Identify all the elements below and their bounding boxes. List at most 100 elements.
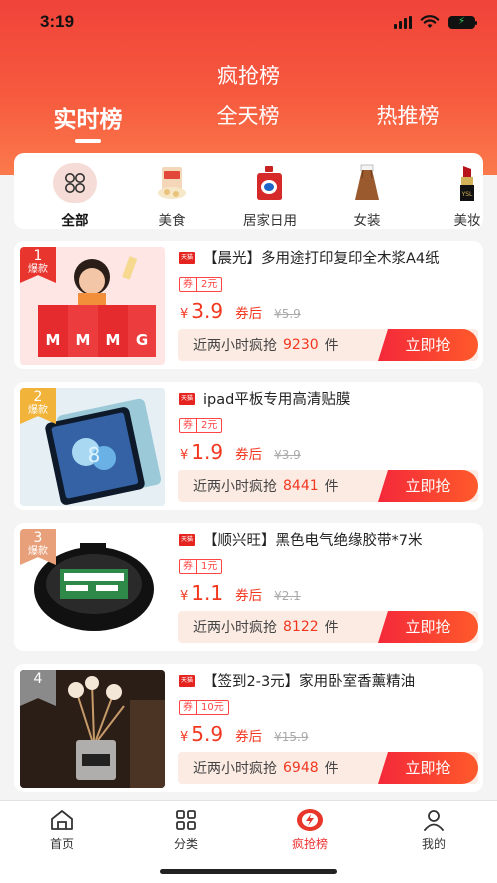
- tmall-badge-icon: 天猫: [179, 674, 195, 687]
- category-household[interactable]: 居家日用: [235, 163, 305, 229]
- tmall-badge-icon: 天猫: [179, 533, 195, 546]
- sold-unit: 件: [324, 338, 339, 354]
- tmall-badge-icon: 天猫: [179, 251, 195, 264]
- coupon-tag: 券 10元: [179, 700, 229, 715]
- product-card[interactable]: 4 天猫 【签到2-3元】家用卧室香薰精油 券 10元 ¥ 5.9 券后 ¥15…: [14, 664, 483, 792]
- svg-text:YSL: YSL: [461, 191, 473, 198]
- buy-now-button[interactable]: 立即抢: [378, 470, 478, 502]
- detergent-icon: [248, 163, 292, 203]
- rank-tag: 爆款: [28, 405, 48, 416]
- home-icon: [22, 809, 102, 831]
- buy-now-button[interactable]: 立即抢: [378, 752, 478, 784]
- buy-now-button[interactable]: 立即抢: [378, 611, 478, 643]
- product-title[interactable]: ipad平板专用高清贴膜: [203, 388, 350, 409]
- tmall-badge-icon: 天猫: [179, 392, 195, 405]
- original-price: ¥3.9: [274, 448, 301, 462]
- original-price: ¥15.9: [274, 730, 309, 744]
- nav-category[interactable]: 分类: [146, 809, 226, 852]
- product-title[interactable]: 【签到2-3元】家用卧室香薰精油: [203, 670, 415, 691]
- currency-symbol: ¥: [180, 730, 189, 745]
- rank-tag: 爆款: [28, 264, 48, 275]
- page-title: 疯抢榜: [217, 64, 280, 88]
- sold-prefix: 近两小时疯抢: [193, 338, 277, 354]
- product-title[interactable]: 【顺兴旺】黑色电气绝缘胶带*7米: [203, 529, 422, 550]
- tab-hot-recommend[interactable]: 热推榜: [348, 100, 468, 130]
- nav-home[interactable]: 首页: [22, 809, 102, 852]
- category-beauty[interactable]: YSL 美妆: [432, 163, 483, 229]
- buy-now-button[interactable]: 立即抢: [378, 329, 478, 361]
- sold-count: 8122: [283, 619, 319, 635]
- coupon-tag: 券 2元: [179, 418, 223, 433]
- sold-prefix: 近两小时疯抢: [193, 479, 277, 495]
- flash-icon: [270, 809, 350, 831]
- sales-bar: 近两小时疯抢 8441 件 立即抢: [178, 470, 478, 502]
- category-all[interactable]: 全部: [40, 163, 110, 229]
- coupon-label: 券: [179, 418, 197, 433]
- sold-count: 6948: [283, 760, 319, 776]
- currency-symbol: ¥: [180, 307, 189, 322]
- product-title-row: 天猫 【顺兴旺】黑色电气绝缘胶带*7米: [179, 529, 474, 550]
- product-image-tape[interactable]: 3 爆款: [20, 529, 165, 647]
- category-label: 全部: [61, 213, 89, 229]
- product-image-paper[interactable]: M M M G 1 爆款: [20, 247, 165, 365]
- nav-label: 我的: [421, 837, 446, 851]
- currency-symbol: ¥: [180, 448, 189, 463]
- product-card[interactable]: 8 2 爆款 天猫 ipad平板专用高清贴膜 券 2元 ¥ 1.9 券后 ¥3.…: [14, 382, 483, 510]
- currency-symbol: ¥: [180, 589, 189, 604]
- sold-prefix: 近两小时疯抢: [193, 761, 277, 777]
- category-label: 美妆: [453, 213, 481, 229]
- coupon-value: 2元: [197, 277, 223, 292]
- active-tab-indicator: [75, 139, 101, 143]
- product-card[interactable]: M M M G 1 爆款 天猫 【晨光】多用途打印复印全木浆A4纸 券 2元 ¥…: [14, 241, 483, 369]
- sold-prefix: 近两小时疯抢: [193, 620, 277, 636]
- category-womens-clothing[interactable]: 女装: [332, 163, 402, 229]
- snack-icon: [150, 163, 194, 203]
- nav-label: 分类: [173, 837, 198, 851]
- ranking-tabs: 实时榜 全天榜 热推榜: [0, 100, 497, 150]
- product-image-diffuser[interactable]: 4: [20, 670, 165, 788]
- grid-icon: [53, 163, 97, 203]
- sales-bar: 近两小时疯抢 6948 件 立即抢: [178, 752, 478, 784]
- coupon-tag: 券 2元: [179, 277, 223, 292]
- sold-unit: 件: [324, 479, 339, 495]
- product-image-screen-protector[interactable]: 8 2 爆款: [20, 388, 165, 506]
- category-icon: [146, 809, 226, 831]
- coupon-label: 券: [179, 277, 197, 292]
- price-row: ¥ 1.1 券后 ¥2.1: [180, 581, 301, 605]
- cellular-signal-icon: [394, 15, 412, 29]
- tab-realtime[interactable]: 实时榜: [28, 100, 148, 134]
- category-label: 居家日用: [243, 213, 297, 229]
- category-food[interactable]: 美食: [137, 163, 207, 229]
- home-indicator[interactable]: [160, 869, 337, 874]
- sold-unit: 件: [324, 620, 339, 636]
- status-icons: ⚡: [394, 15, 477, 29]
- nav-flash-ranking[interactable]: 疯抢榜: [270, 809, 350, 852]
- sales-bar: 近两小时疯抢 9230 件 立即抢: [178, 329, 478, 361]
- product-title-row: 天猫 【晨光】多用途打印复印全木浆A4纸: [179, 247, 474, 268]
- coupon-tag: 券 1元: [179, 559, 223, 574]
- product-card[interactable]: 3 爆款 天猫 【顺兴旺】黑色电气绝缘胶带*7米 券 1元 ¥ 1.1 券后 ¥…: [14, 523, 483, 651]
- product-title[interactable]: 【晨光】多用途打印复印全木浆A4纸: [203, 247, 440, 268]
- svg-text:M: M: [76, 331, 91, 349]
- coupon-label: 券: [179, 559, 197, 574]
- tab-all-day[interactable]: 全天榜: [188, 100, 308, 130]
- category-label: 美食: [158, 213, 186, 229]
- coupon-price: 1.9: [191, 440, 224, 464]
- battery-charging-icon: ⚡: [448, 15, 477, 29]
- nav-label: 首页: [49, 837, 74, 851]
- nav-profile[interactable]: 我的: [394, 809, 474, 852]
- status-time: 3:19: [40, 12, 75, 31]
- sales-bar: 近两小时疯抢 8122 件 立即抢: [178, 611, 478, 643]
- original-price: ¥5.9: [274, 307, 301, 321]
- rank-tag: 爆款: [28, 546, 48, 557]
- price-row: ¥ 5.9 券后 ¥15.9: [180, 722, 308, 746]
- coupon-label: 券: [179, 700, 197, 715]
- wifi-icon: [420, 15, 440, 28]
- after-coupon-label: 券后: [235, 306, 263, 322]
- lipstick-icon: YSL: [445, 163, 483, 203]
- product-title-row: 天猫 【签到2-3元】家用卧室香薰精油: [179, 670, 474, 691]
- rank-number: 4: [33, 671, 43, 687]
- after-coupon-label: 券后: [235, 447, 263, 463]
- coupon-value: 2元: [197, 418, 223, 433]
- svg-text:M: M: [106, 331, 121, 349]
